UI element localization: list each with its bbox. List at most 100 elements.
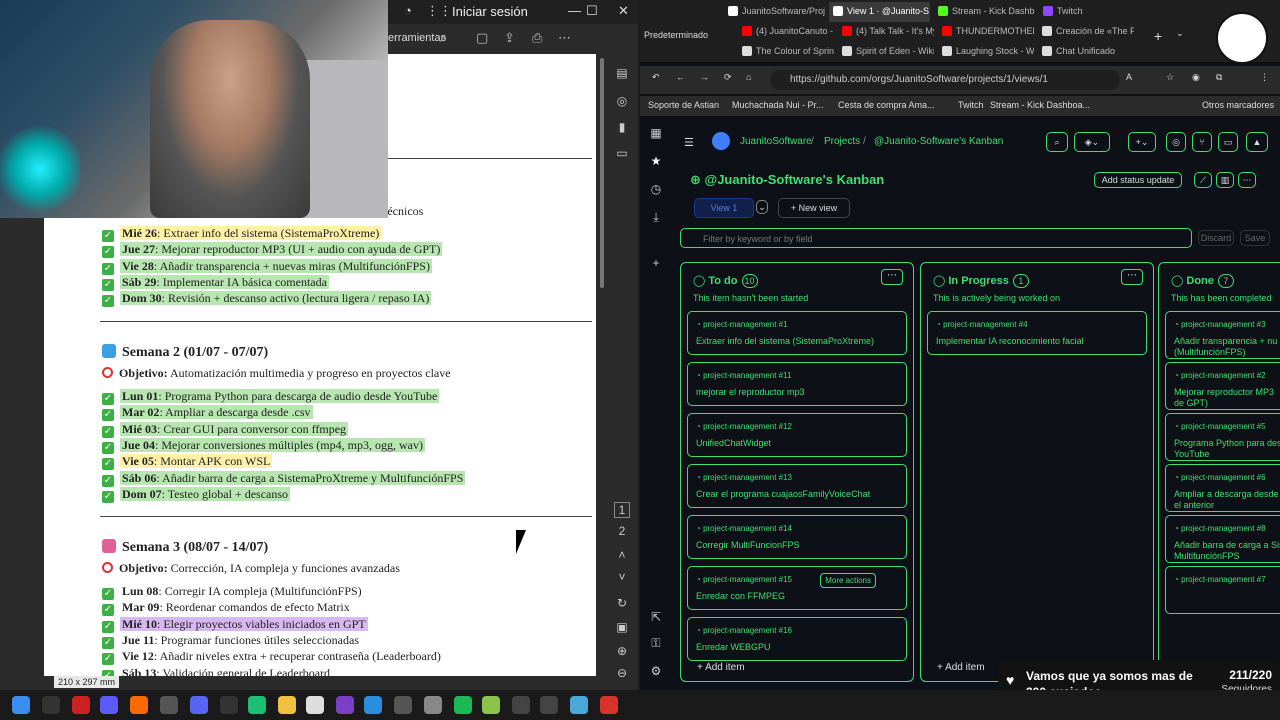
scroll-thumb[interactable] [600,58,604,288]
fit-page-icon[interactable]: ▣ [614,620,630,636]
share-icon[interactable]: ⇪ [504,30,515,46]
card-title[interactable]: Programa Python para des YouTube [1174,438,1280,460]
browser-tab[interactable]: The Colour of Spring [738,42,834,62]
card-title[interactable]: mejorar el reproductor mp3 [696,387,805,398]
pdf-icon[interactable] [600,696,618,714]
avatar[interactable]: ▲ [1246,132,1268,152]
history-icon[interactable]: ◷ [648,182,664,198]
briefcase-icon[interactable]: ▦ [648,126,664,142]
app-icon[interactable] [306,696,324,714]
browser-tab[interactable]: Creación de «The Part [1038,22,1134,42]
issue-card[interactable]: project-management #6 Ampliar a descarga … [1165,464,1280,512]
app-icon[interactable] [72,696,90,714]
more-options-icon[interactable]: ⋯ [1238,172,1256,188]
app-icon[interactable] [220,696,238,714]
app-icon[interactable] [100,696,118,714]
bookmark-item[interactable]: Cesta de compra Ama... [838,100,935,110]
tab-list-icon[interactable]: ⌄ [1176,28,1184,39]
card-title[interactable]: Corregir MultiFuncionFPS [696,540,800,551]
insights-icon[interactable]: ⟋ [1194,172,1212,188]
app-icon[interactable] [482,696,500,714]
app-icon[interactable] [540,696,558,714]
url-input[interactable]: https://github.com/orgs/JuanitoSoftware/… [770,70,1120,90]
card-title[interactable]: Extraer info del sistema (SistemaProXtre… [696,336,874,347]
page-number-current[interactable]: 1 [614,502,630,518]
close-icon[interactable]: ✕ [618,3,629,19]
vscode-icon[interactable] [364,696,382,714]
new-view-button[interactable]: + New view [778,198,850,218]
maximize-icon[interactable]: ☐ [586,3,598,19]
chevron-down-icon[interactable]: ˅ [614,570,630,586]
visual-studio-icon[interactable] [336,696,354,714]
zoom-in-icon[interactable]: ⊕ [614,644,630,660]
issue-card[interactable]: project-management #16 Enredar WEBGPU [687,617,907,661]
chevron-up-icon[interactable]: ˄ [614,548,630,564]
add-icon[interactable]: + [648,256,664,272]
app-icon[interactable] [130,696,148,714]
browser-tab[interactable]: View 1 · @Juanito-S [829,2,930,22]
browser-tab[interactable]: THUNDERMOTHER - It [938,22,1034,42]
sign-in-button[interactable]: Iniciar sesión [452,4,528,19]
card-title[interactable]: Crear el programa cuajaosFamilyVoiceChat [696,489,870,500]
star-icon[interactable]: ☆ [1166,72,1174,83]
issue-card[interactable]: project-management #14 Corregir MultiFunc… [687,515,907,559]
file-explorer-icon[interactable] [278,696,296,714]
issue-card[interactable]: project-management #7 [1165,566,1280,614]
bookmark-item[interactable]: Muchachada Nui - Pr... [732,100,824,110]
back-icon[interactable]: ↶ [652,72,660,83]
bookmark-item[interactable]: Twitch [958,100,984,110]
settings-icon[interactable]: ⚙ [648,664,664,680]
new-tab-icon[interactable]: + [1154,28,1162,44]
hamburger-icon[interactable]: ☰ [684,136,694,149]
card-title[interactable]: Añadir transparencia + nu (MultifunciónF… [1174,336,1277,358]
rotate-icon[interactable]: ↻ [614,596,630,612]
card-title[interactable]: Mejorar reproductor MP3 de GPT) [1174,387,1274,409]
browser-tab[interactable]: Chat Unificado [1038,42,1134,62]
favorites-icon[interactable]: ★ [648,154,664,170]
filter-input[interactable]: Filter by keyword or by field [680,228,1192,248]
start-icon[interactable] [12,696,30,714]
share-sidebar-icon[interactable]: ⇱ [648,610,664,626]
issue-card[interactable]: project-management #15 Enredar con FFMPEG… [687,566,907,610]
add-status-update-button[interactable]: Add status update [1094,172,1182,188]
app-icon[interactable] [160,696,178,714]
tools-menu[interactable]: erramientas [388,32,446,44]
issue-card[interactable]: project-management #5 Programa Python par… [1165,413,1280,461]
extensions-icon[interactable]: ⧉ [1216,72,1222,83]
issue-card[interactable]: project-management #3 Añadir transparenci… [1165,311,1280,359]
breadcrumb-projects[interactable]: Projects [824,136,860,147]
card-title[interactable]: Implementar IA reconocimiento facial [936,336,1084,347]
reload-icon[interactable]: ⟳ [724,72,732,83]
browser-tab[interactable]: (4) JuanitoCanuto - Yo [738,22,834,42]
browser-tab[interactable]: Spirit of Eden - Wikipe [838,42,934,62]
more-options-icon[interactable]: ⋯ [558,30,571,46]
browser-tab[interactable]: Twitch [1039,2,1140,22]
notepad-icon[interactable] [570,696,588,714]
search-icon[interactable]: ⌕ [1046,132,1068,152]
card-title[interactable]: Enredar con FFMPEG [696,591,785,602]
profile-label[interactable]: Predeterminado [644,30,708,40]
key-icon[interactable]: ⚿ [648,636,664,652]
issue-card[interactable]: project-management #13 Crear el programa … [687,464,907,508]
create-icon[interactable]: +⌄ [1128,132,1156,152]
card-title[interactable]: Añadir barra de carga a Sis Multifunción… [1174,540,1280,562]
discord-icon[interactable] [190,696,208,714]
app-icon[interactable] [424,696,442,714]
github-logo-icon[interactable] [712,132,730,150]
forward-icon[interactable]: → [700,72,709,82]
bell-icon[interactable]: ◔ [404,3,412,18]
save-icon[interactable]: ▢ [476,30,488,46]
bookmark-item[interactable]: Soporte de Astian [648,100,719,110]
browser-tab[interactable]: Laughing Stock - Wiki [938,42,1034,62]
app-icon[interactable] [512,696,530,714]
back-arrow-icon[interactable]: ← [676,72,685,82]
tab-view-1[interactable]: View 1 [694,198,754,218]
account-icon[interactable]: ◉ [1192,72,1200,83]
translate-icon[interactable]: A [1126,72,1132,82]
layout-icon[interactable]: ▥ [1216,172,1234,188]
pages-icon[interactable]: ▭ [614,146,630,162]
app-icon[interactable] [394,696,412,714]
issue-card[interactable]: project-management #8 Añadir barra de car… [1165,515,1280,563]
add-item-button[interactable]: + Add item [937,662,985,673]
apps-grid-icon[interactable]: ⋮⋮ [426,3,452,19]
